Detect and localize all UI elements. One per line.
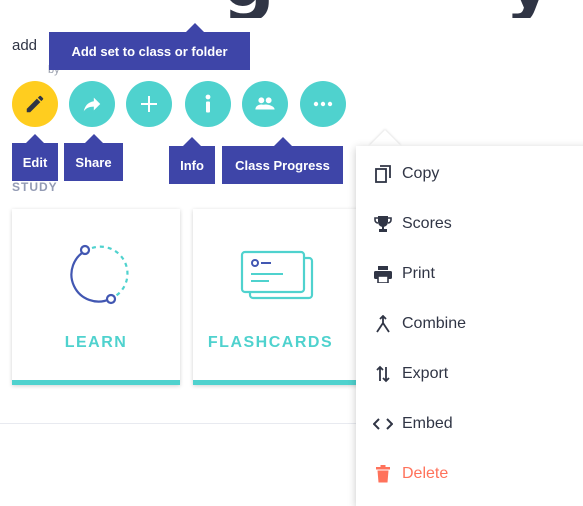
share-arrow-icon: [83, 97, 101, 112]
trophy-icon: [374, 216, 392, 232]
learn-card-label: LEARN: [64, 334, 128, 351]
menu-item-label: Delete: [402, 465, 449, 482]
add-button[interactable]: [126, 81, 172, 127]
embed-icon: [373, 418, 393, 430]
add-text: add: [12, 37, 38, 54]
class-progress-tooltip: Class Progress: [222, 137, 343, 184]
edit-button[interactable]: [12, 81, 58, 127]
more-button[interactable]: [300, 81, 346, 127]
info-tooltip-label: Info: [180, 157, 204, 173]
edit-tooltip: Edit: [12, 134, 58, 181]
add-set-tooltip: Add set to class or folder: [49, 23, 250, 70]
menu-item-label: Embed: [402, 415, 453, 432]
class-progress-button[interactable]: [242, 81, 288, 127]
share-tooltip: Share: [64, 134, 123, 181]
info-tooltip: Info: [169, 137, 215, 184]
copy-icon: [375, 165, 391, 183]
ellipsis-icon: [313, 101, 333, 107]
menu-item-embed[interactable]: Embed: [356, 399, 583, 449]
menu-item-label: Scores: [402, 215, 452, 232]
export-icon: [376, 365, 390, 383]
edit-tooltip-label: Edit: [22, 154, 48, 170]
menu-item-print[interactable]: Print: [356, 249, 583, 299]
add-set-tooltip-label: Add set to class or folder: [71, 43, 228, 59]
people-icon: [255, 97, 275, 110]
set-title-fragment: g: [222, 0, 275, 18]
learn-card[interactable]: LEARN: [12, 209, 180, 385]
menu-item-scores[interactable]: Scores: [356, 199, 583, 249]
menu-item-export[interactable]: Export: [356, 349, 583, 399]
share-tooltip-label: Share: [75, 154, 112, 170]
study-heading: STUDY: [12, 180, 58, 194]
info-icon: [205, 94, 211, 113]
set-title: g y: [0, 0, 583, 18]
menu-item-combine[interactable]: Combine: [356, 299, 583, 349]
flashcards-card[interactable]: FLASHCARDS: [193, 209, 368, 385]
menu-item-delete[interactable]: Delete: [356, 449, 583, 499]
learn-circle-icon: [70, 244, 129, 305]
menu-item-label: Print: [402, 265, 435, 282]
info-button[interactable]: [185, 81, 231, 127]
class-progress-tooltip-label: Class Progress: [235, 157, 330, 173]
divider: [0, 423, 360, 424]
menu-item-label: Copy: [402, 165, 440, 182]
menu-item-label: Export: [402, 365, 449, 382]
more-menu: Copy Scores Print Combine Export Embed D…: [356, 146, 583, 506]
printer-icon: [374, 265, 392, 283]
menu-caret: [369, 130, 401, 146]
plus-icon: [141, 96, 157, 112]
combine-icon: [376, 315, 390, 333]
share-button[interactable]: [69, 81, 115, 127]
menu-item-copy[interactable]: Copy: [356, 149, 583, 199]
pencil-icon: [26, 95, 44, 113]
flashcards-icon: [240, 250, 314, 300]
set-title-fragment: y: [505, 0, 553, 18]
flashcards-card-label: FLASHCARDS: [207, 334, 334, 351]
trash-icon: [376, 465, 390, 483]
menu-item-label: Combine: [402, 315, 467, 332]
